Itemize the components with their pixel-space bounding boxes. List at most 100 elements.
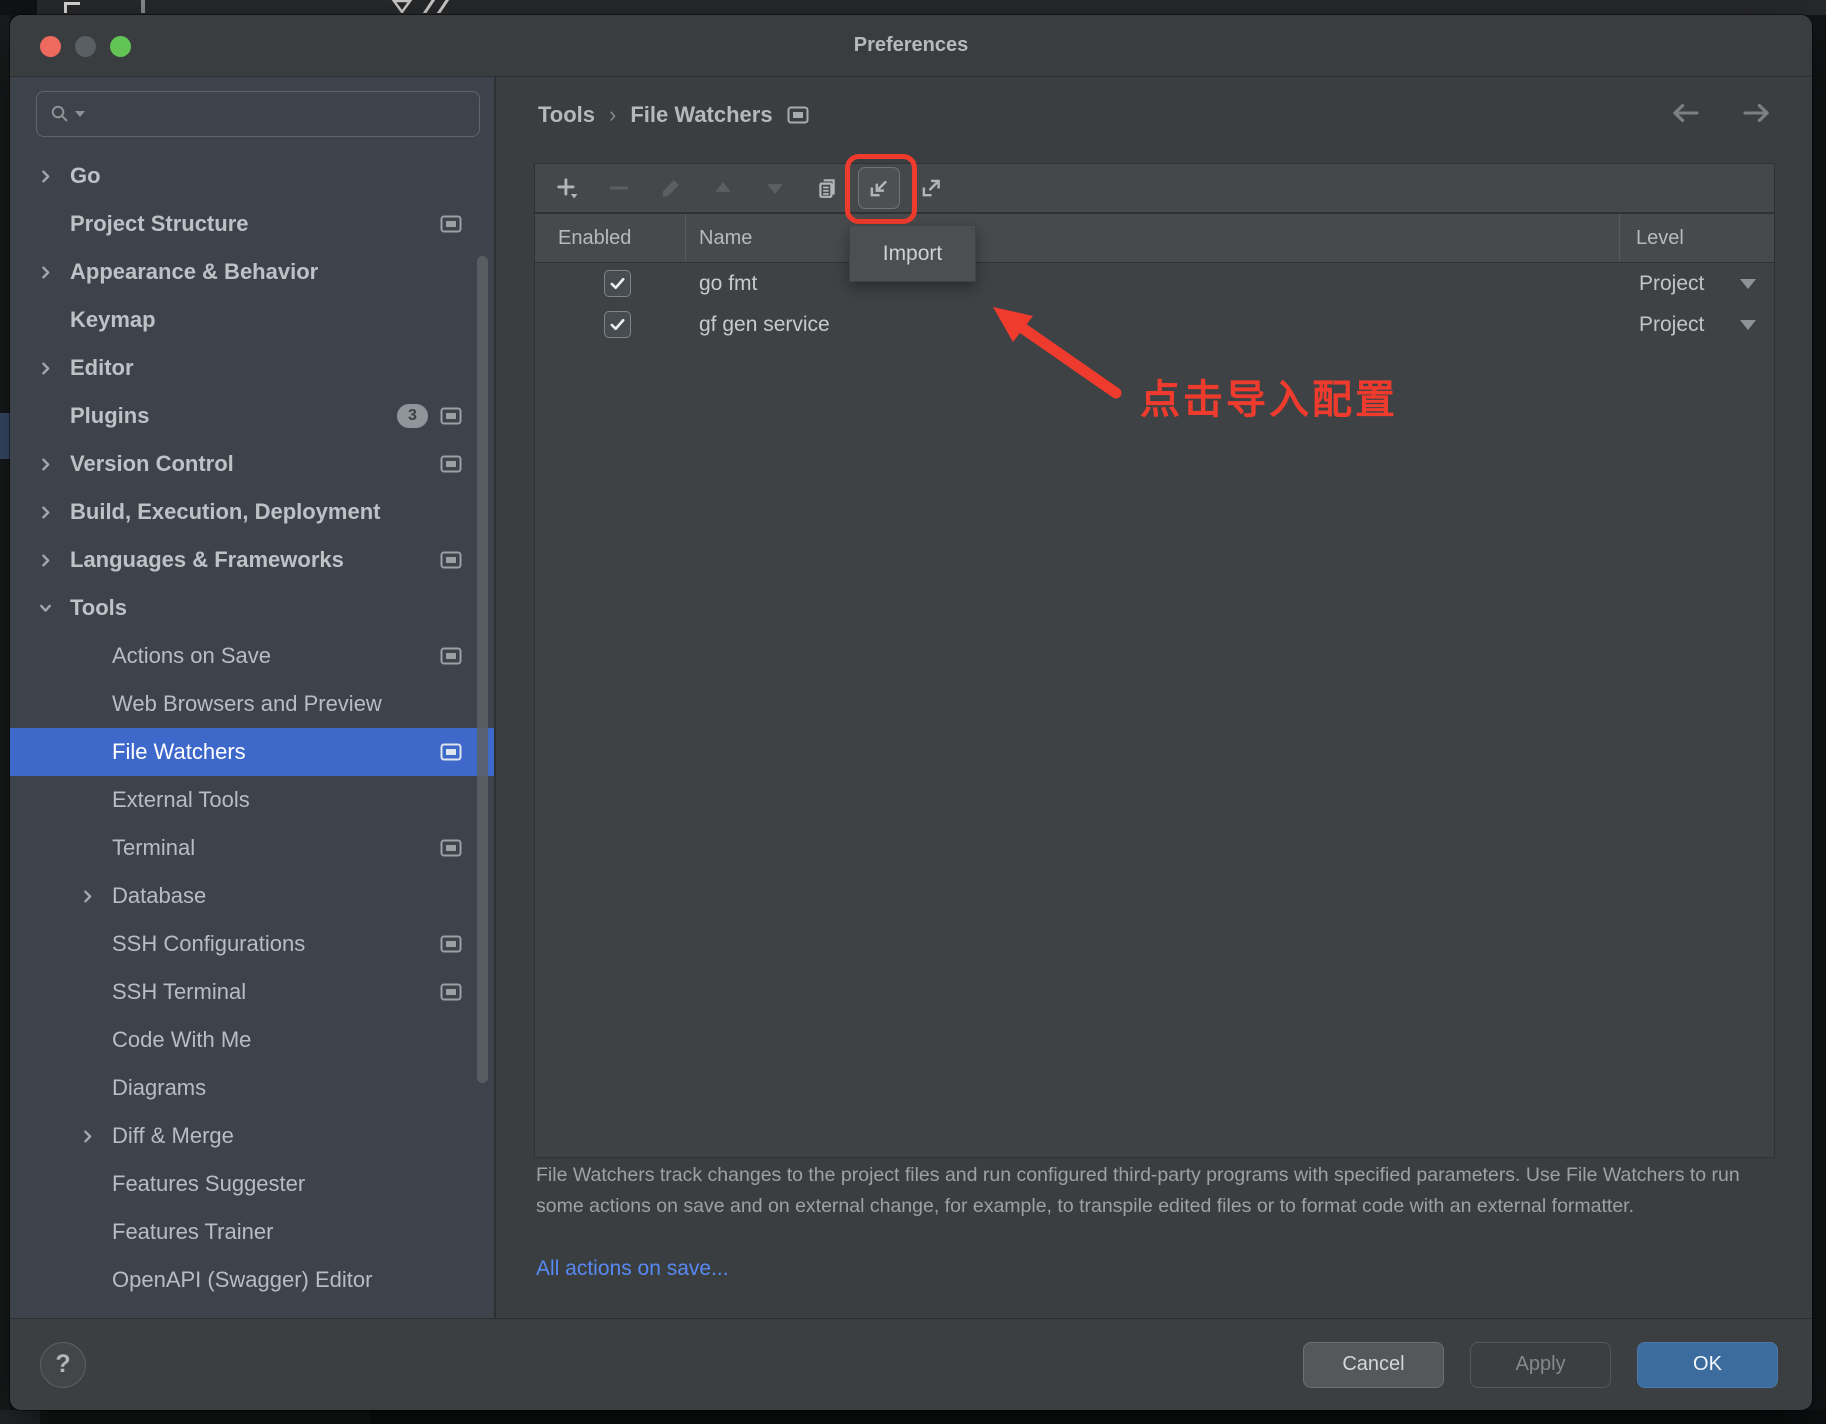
settings-indicator-icon	[440, 935, 462, 953]
import-button[interactable]	[853, 164, 905, 212]
chevron-right-icon[interactable]	[38, 505, 60, 520]
chevron-right-icon[interactable]	[38, 265, 60, 280]
sidebar-item-keymap[interactable]: Keymap	[10, 296, 494, 344]
breadcrumb-file-watchers[interactable]: File Watchers	[630, 102, 772, 128]
search-icon	[49, 103, 71, 125]
background-statusbar-sliver	[0, 1410, 1826, 1424]
cancel-button[interactable]: Cancel	[1303, 1342, 1444, 1388]
watchers-toolbar	[534, 163, 1775, 213]
sidebar-item-file-watchers[interactable]: File Watchers	[10, 728, 494, 776]
dropdown-arrow-icon	[1740, 320, 1756, 330]
watcher-row-go-fmt[interactable]: go fmt Project	[535, 263, 1774, 304]
level-select[interactable]: Project	[1619, 304, 1775, 345]
sidebar-item-version-control[interactable]: Version Control	[10, 440, 494, 488]
sidebar-item-label: Keymap	[70, 307, 156, 333]
sidebar-item-editor[interactable]: Editor	[10, 344, 494, 392]
move-down-icon	[764, 177, 786, 199]
settings-indicator-icon	[440, 455, 462, 473]
settings-indicator-icon	[787, 106, 809, 124]
remove-button[interactable]	[593, 164, 645, 212]
sidebar-item-label: Plugins	[70, 403, 149, 429]
chevron-right-icon[interactable]	[38, 457, 60, 472]
background-toolwindow-stripe	[0, 15, 10, 1410]
sidebar-item-label: Terminal	[112, 835, 195, 861]
sidebar-item-ssh-configurations[interactable]: SSH Configurations	[10, 920, 494, 968]
column-header-enabled[interactable]: Enabled	[558, 214, 631, 263]
watcher-name: go fmt	[699, 263, 757, 304]
sidebar-item-go[interactable]: Go	[10, 152, 494, 200]
sidebar-item-terminal[interactable]: Terminal	[10, 824, 494, 872]
settings-indicator-icon	[440, 647, 462, 665]
export-button[interactable]	[905, 164, 957, 212]
search-options-caret-icon[interactable]	[75, 111, 85, 117]
table-header: Enabled Name Level	[535, 214, 1774, 263]
chevron-right-icon[interactable]	[38, 553, 60, 568]
settings-search-box[interactable]	[36, 91, 480, 137]
back-arrow-icon[interactable]	[1668, 101, 1702, 125]
watcher-row-gf-gen-service[interactable]: gf gen service Project	[535, 304, 1774, 345]
import-icon	[858, 167, 900, 209]
sidebar-item-web-browsers-and-preview[interactable]: Web Browsers and Preview	[10, 680, 494, 728]
add-button[interactable]	[541, 164, 593, 212]
sidebar-item-ssh-terminal[interactable]: SSH Terminal	[10, 968, 494, 1016]
window-title: Preferences	[854, 34, 969, 57]
close-window-button[interactable]	[40, 36, 61, 57]
chevron-right-icon[interactable]	[38, 361, 60, 376]
move-up-button[interactable]	[697, 164, 749, 212]
sidebar-item-label: Editor	[70, 355, 134, 381]
copy-button[interactable]	[801, 164, 853, 212]
forward-arrow-icon[interactable]	[1740, 101, 1774, 125]
sidebar-item-diff-merge[interactable]: Diff & Merge	[10, 1112, 494, 1160]
sidebar-item-label: External Tools	[112, 787, 250, 813]
background-editor-sliver	[0, 0, 1826, 15]
sidebar-item-code-with-me[interactable]: Code With Me	[10, 1016, 494, 1064]
sidebar-item-actions-on-save[interactable]: Actions on Save	[10, 632, 494, 680]
sidebar-item-appearance-behavior[interactable]: Appearance & Behavior	[10, 248, 494, 296]
edit-icon	[660, 177, 682, 199]
enabled-checkbox[interactable]	[604, 270, 631, 297]
enabled-checkbox[interactable]	[604, 311, 631, 338]
chevron-down-icon[interactable]	[38, 601, 60, 616]
edit-button[interactable]	[645, 164, 697, 212]
chevron-right-icon[interactable]	[80, 1129, 102, 1144]
sidebar-item-label: Code With Me	[112, 1027, 251, 1053]
sidebar-item-build-execution-deployment[interactable]: Build, Execution, Deployment	[10, 488, 494, 536]
settings-sidebar: GoProject StructureAppearance & Behavior…	[10, 77, 496, 1318]
sidebar-item-tools[interactable]: Tools	[10, 584, 494, 632]
window-controls	[40, 15, 131, 77]
settings-indicator-icon	[440, 743, 462, 761]
sidebar-item-project-structure[interactable]: Project Structure	[10, 200, 494, 248]
sidebar-item-diagrams[interactable]: Diagrams	[10, 1064, 494, 1112]
help-button[interactable]: ?	[40, 1342, 86, 1388]
chevron-right-icon[interactable]	[38, 169, 60, 184]
search-input[interactable]	[89, 92, 479, 136]
sidebar-item-openapi-swagger-editor[interactable]: OpenAPI (Swagger) Editor	[10, 1256, 494, 1304]
plugins-count-badge: 3	[397, 404, 428, 428]
settings-indicator-icon	[440, 215, 462, 233]
sidebar-item-features-suggester[interactable]: Features Suggester	[10, 1160, 494, 1208]
move-up-icon	[712, 177, 734, 199]
move-down-button[interactable]	[749, 164, 801, 212]
table-body: go fmt Project gf gen service Project	[535, 263, 1774, 345]
apply-button[interactable]: Apply	[1470, 1342, 1611, 1388]
sidebar-item-label: Languages & Frameworks	[70, 547, 344, 573]
dropdown-arrow-icon	[1740, 279, 1756, 289]
breadcrumb-tools[interactable]: Tools	[538, 102, 595, 128]
chevron-right-icon[interactable]	[80, 889, 102, 904]
column-header-level[interactable]: Level	[1636, 214, 1684, 263]
column-header-name[interactable]: Name	[699, 214, 752, 263]
watcher-name: gf gen service	[699, 304, 830, 345]
sidebar-item-features-trainer[interactable]: Features Trainer	[10, 1208, 494, 1256]
level-select[interactable]: Project	[1619, 263, 1775, 304]
sidebar-item-languages-frameworks[interactable]: Languages & Frameworks	[10, 536, 494, 584]
sidebar-scrollbar[interactable]	[477, 256, 488, 1083]
ok-button[interactable]: OK	[1637, 1342, 1778, 1388]
sidebar-item-database[interactable]: Database	[10, 872, 494, 920]
settings-indicator-icon	[440, 551, 462, 569]
minimize-window-button[interactable]	[75, 36, 96, 57]
sidebar-item-plugins[interactable]: Plugins 3	[10, 392, 494, 440]
settings-indicator-icon	[440, 839, 462, 857]
zoom-window-button[interactable]	[110, 36, 131, 57]
all-actions-on-save-link[interactable]: All actions on save...	[536, 1257, 729, 1281]
sidebar-item-external-tools[interactable]: External Tools	[10, 776, 494, 824]
